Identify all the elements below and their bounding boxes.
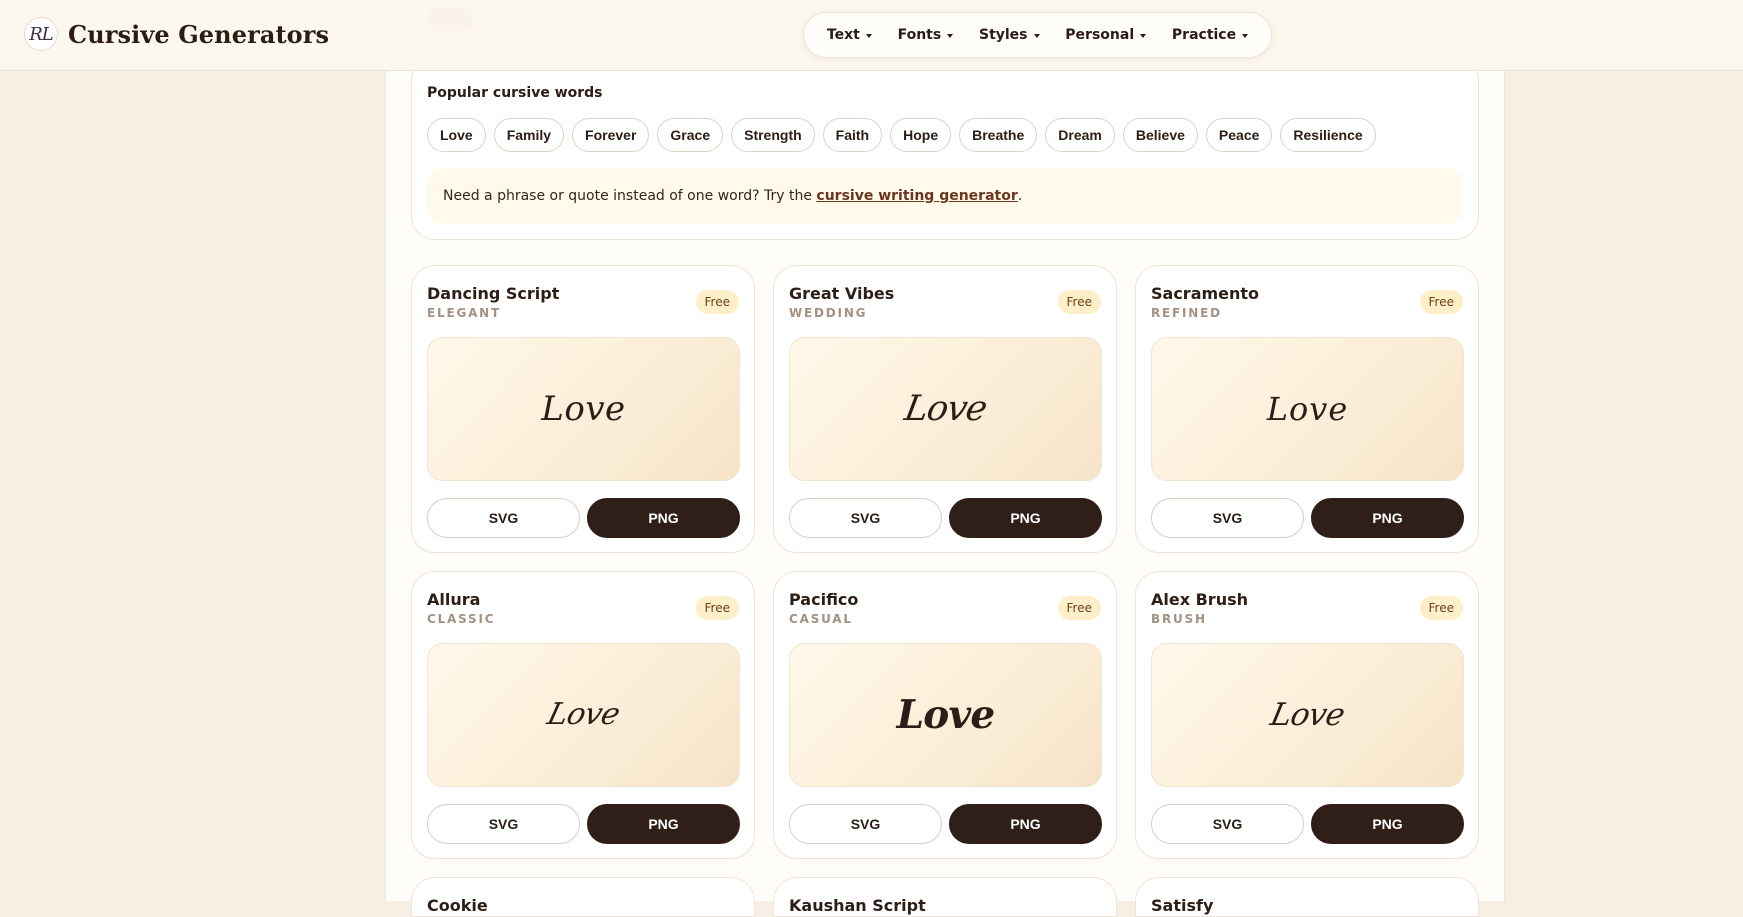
font-category: REFINED bbox=[1151, 306, 1222, 320]
download-png-button[interactable]: PNG bbox=[587, 804, 740, 844]
brand[interactable]: RL Cursive Generators bbox=[24, 17, 329, 51]
download-png-button[interactable]: PNG bbox=[1311, 804, 1464, 844]
download-png-button[interactable]: PNG bbox=[587, 498, 740, 538]
chevron-down-icon bbox=[1242, 33, 1249, 38]
word-tag-love[interactable]: Love bbox=[427, 118, 486, 152]
preview-word: Love bbox=[1267, 696, 1348, 733]
font-category: WEDDING bbox=[789, 306, 868, 320]
chevron-down-icon bbox=[1140, 33, 1147, 38]
hint-prefix: Need a phrase or quote instead of one wo… bbox=[443, 188, 812, 204]
chevron-down-icon bbox=[947, 33, 954, 38]
cursive-writing-generator-link[interactable]: cursive writing generator bbox=[816, 188, 1017, 204]
word-tag-strength[interactable]: Strength bbox=[731, 118, 815, 152]
free-badge: Free bbox=[1057, 290, 1101, 314]
nav-practice-menu[interactable]: Practice bbox=[1171, 27, 1249, 43]
free-badge: Free bbox=[1419, 290, 1463, 314]
word-tag-believe[interactable]: Believe bbox=[1122, 118, 1198, 152]
font-name: Sacramento bbox=[1151, 284, 1260, 303]
brand-title: Cursive Generators bbox=[68, 19, 330, 49]
word-tag-faith[interactable]: Faith bbox=[822, 118, 883, 152]
nav-styles-label: Styles bbox=[978, 27, 1028, 43]
download-png-button[interactable]: PNG bbox=[949, 804, 1102, 844]
word-tag-hope[interactable]: Hope bbox=[890, 118, 952, 152]
download-svg-button[interactable]: SVG bbox=[427, 804, 580, 844]
font-card-pacifico: Pacifico CASUAL Free Love SVG PNG bbox=[773, 571, 1117, 859]
preview-word: Love bbox=[541, 389, 626, 429]
font-name: Allura bbox=[427, 590, 481, 609]
nav-personal-menu[interactable]: Personal bbox=[1065, 27, 1147, 43]
free-badge: Free bbox=[1419, 596, 1463, 620]
word-tag-dream[interactable]: Dream bbox=[1045, 118, 1115, 152]
font-preview: Love bbox=[789, 643, 1102, 787]
hint-suffix: . bbox=[1017, 188, 1023, 204]
download-png-button[interactable]: PNG bbox=[949, 498, 1102, 538]
main-navigation: Text Fonts Styles Personal Practice bbox=[803, 12, 1272, 58]
phrase-suggestion-box: Need a phrase or quote instead of one wo… bbox=[427, 168, 1463, 224]
font-card-great-vibes: Great Vibes WEDDING Free Love SVG PNG bbox=[773, 265, 1117, 553]
chevron-down-icon bbox=[1033, 33, 1040, 38]
nav-text-label: Text bbox=[826, 27, 860, 43]
download-svg-button[interactable]: SVG bbox=[1151, 804, 1304, 844]
font-category: BRUSH bbox=[1151, 612, 1207, 626]
nav-personal-label: Personal bbox=[1065, 27, 1135, 43]
download-png-button[interactable]: PNG bbox=[1311, 498, 1464, 538]
top-navigation-bar: RL Cursive Generators Text Fonts Styles … bbox=[0, 0, 1743, 71]
nav-text-menu[interactable]: Text bbox=[827, 27, 872, 43]
preview-word: Love bbox=[543, 697, 624, 732]
free-badge: Free bbox=[1057, 596, 1101, 620]
font-name: Great Vibes bbox=[789, 284, 895, 303]
nav-styles-menu[interactable]: Styles bbox=[979, 27, 1040, 43]
font-name: Satisfy bbox=[1151, 896, 1214, 915]
word-tag-breathe[interactable]: Breathe bbox=[959, 118, 1038, 152]
font-card-sacramento: Sacramento REFINED Free Love SVG PNG bbox=[1135, 265, 1479, 553]
free-badge: Free bbox=[695, 596, 739, 620]
font-preview: Love bbox=[427, 643, 740, 787]
download-svg-button[interactable]: SVG bbox=[789, 498, 942, 538]
nav-fonts-label: Fonts bbox=[897, 27, 942, 43]
popular-word-tags: Love Family Forever Grace Strength Faith… bbox=[427, 118, 1376, 152]
font-card-alex-brush: Alex Brush BRUSH Free Love SVG PNG bbox=[1135, 571, 1479, 859]
font-card-allura: Allura CLASSIC Free Love SVG PNG bbox=[411, 571, 755, 859]
word-tag-forever[interactable]: Forever bbox=[572, 118, 650, 152]
font-category: CASUAL bbox=[789, 612, 853, 626]
font-category: CLASSIC bbox=[427, 612, 496, 626]
font-name: Pacifico bbox=[789, 590, 859, 609]
font-category: ELEGANT bbox=[427, 306, 502, 320]
font-card-dancing-script: Dancing Script ELEGANT Free Love SVG PNG bbox=[411, 265, 755, 553]
font-preview: Love bbox=[427, 337, 740, 481]
word-tag-resilience[interactable]: Resilience bbox=[1280, 118, 1376, 152]
font-name: Alex Brush bbox=[1151, 590, 1248, 609]
word-tag-family[interactable]: Family bbox=[493, 118, 565, 152]
partial-font-card-cookie: Cookie bbox=[411, 877, 755, 917]
popular-words-title: Popular cursive words bbox=[427, 85, 603, 101]
faded-header-element bbox=[429, 7, 473, 31]
download-svg-button[interactable]: SVG bbox=[427, 498, 580, 538]
font-name: Dancing Script bbox=[427, 284, 560, 303]
font-preview: Love bbox=[1151, 643, 1464, 787]
download-svg-button[interactable]: SVG bbox=[789, 804, 942, 844]
free-badge: Free bbox=[695, 290, 739, 314]
word-tag-grace[interactable]: Grace bbox=[657, 118, 724, 152]
font-name: Kaushan Script bbox=[789, 896, 926, 915]
preview-word: Love bbox=[1266, 390, 1349, 428]
partial-font-card-satisfy: Satisfy bbox=[1135, 877, 1479, 917]
font-preview: Love bbox=[789, 337, 1102, 481]
preview-word: Love bbox=[896, 691, 996, 738]
font-name: Cookie bbox=[427, 896, 488, 915]
font-preview: Love bbox=[1151, 337, 1464, 481]
partial-font-card-kaushan-script: Kaushan Script bbox=[773, 877, 1117, 917]
nav-fonts-menu[interactable]: Fonts bbox=[898, 27, 954, 43]
download-svg-button[interactable]: SVG bbox=[1151, 498, 1304, 538]
nav-practice-label: Practice bbox=[1171, 27, 1237, 43]
chevron-down-icon bbox=[865, 33, 872, 38]
word-tag-peace[interactable]: Peace bbox=[1205, 118, 1273, 152]
popular-words-card: Popular cursive words Love Family Foreve… bbox=[411, 56, 1479, 240]
preview-word: Love bbox=[901, 388, 990, 429]
brand-logo-icon: RL bbox=[24, 17, 58, 51]
